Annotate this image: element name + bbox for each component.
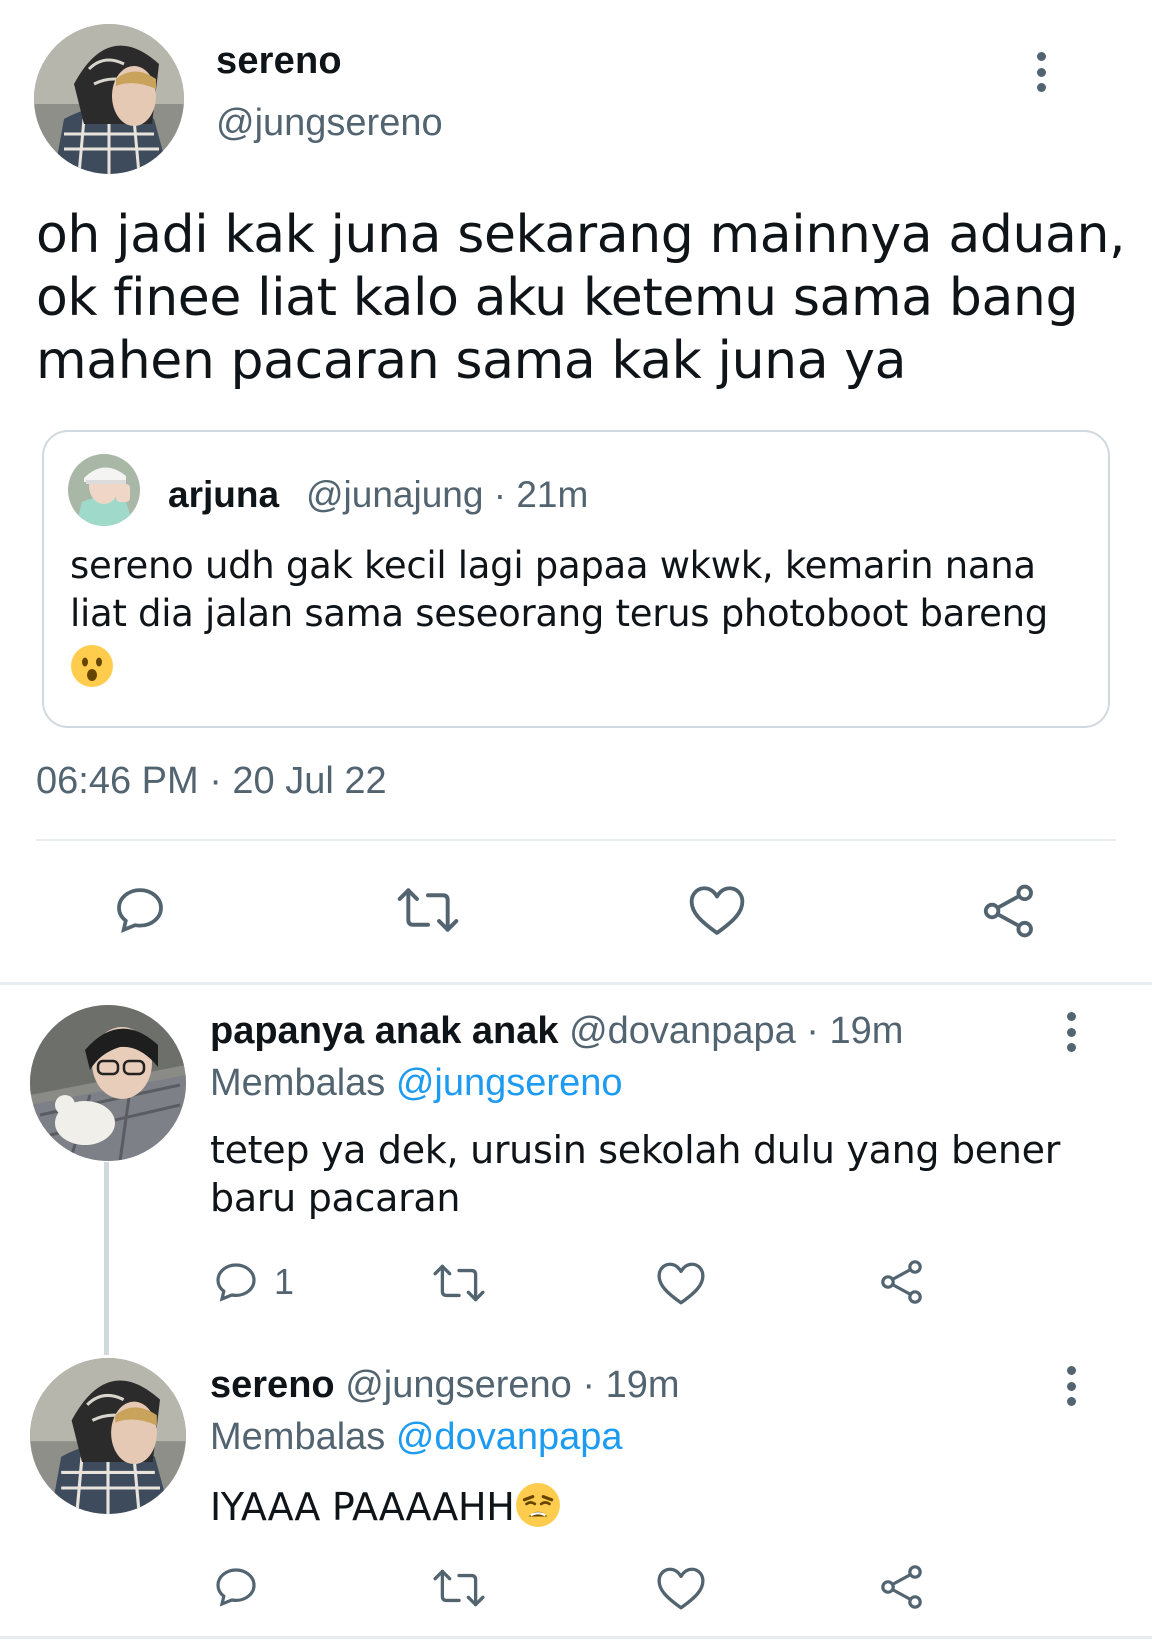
share-button[interactable] bbox=[878, 1563, 926, 1611]
section-separator bbox=[0, 982, 1152, 985]
quoted-text-body: sereno udh gak kecil lagi papaa wkwk, ke… bbox=[70, 544, 1048, 635]
retweet-button[interactable] bbox=[396, 882, 460, 938]
share-button[interactable] bbox=[980, 882, 1038, 940]
reply-count: 1 bbox=[274, 1261, 295, 1302]
author-name[interactable]: sereno bbox=[216, 40, 342, 83]
like-icon bbox=[657, 1567, 705, 1610]
avatar-sereno[interactable] bbox=[34, 24, 184, 174]
like-icon bbox=[657, 1262, 705, 1305]
share-button[interactable] bbox=[878, 1258, 926, 1306]
replying-prefix: Membalas bbox=[210, 1062, 386, 1104]
avatar-sereno[interactable] bbox=[30, 1358, 186, 1514]
author-handle[interactable]: @jungsereno bbox=[216, 102, 443, 145]
more-options-icon[interactable] bbox=[1064, 1366, 1078, 1406]
hushed-face-emoji bbox=[71, 645, 113, 687]
replying-to: Membalas @jungsereno bbox=[210, 1062, 622, 1105]
more-options-icon[interactable] bbox=[1064, 1012, 1078, 1052]
replying-to-link[interactable]: @jungsereno bbox=[396, 1062, 623, 1104]
quoted-author-name[interactable]: arjuna bbox=[168, 474, 279, 516]
retweet-icon bbox=[397, 888, 459, 932]
retweet-icon bbox=[433, 1569, 485, 1607]
reply-author-name[interactable]: sereno bbox=[210, 1364, 335, 1406]
reply-text-body: IYAAA PAAAAHH bbox=[210, 1485, 515, 1529]
reply-author-handle[interactable]: @dovanpapa · 19m bbox=[569, 1010, 903, 1052]
avatar-papanya[interactable] bbox=[30, 1005, 186, 1161]
divider bbox=[36, 839, 1116, 841]
avatar-arjuna[interactable] bbox=[68, 454, 140, 526]
reply-author-handle[interactable]: @jungsereno · 19m bbox=[345, 1364, 679, 1406]
reply-icon bbox=[117, 888, 163, 933]
like-button[interactable] bbox=[656, 1565, 706, 1611]
reply-text: IYAAA PAAAAHH bbox=[210, 1482, 1090, 1531]
replying-to: Membalas @dovanpapa bbox=[210, 1416, 623, 1459]
like-button[interactable] bbox=[688, 882, 746, 938]
quoted-tweet-text: sereno udh gak kecil lagi papaa wkwk, ke… bbox=[70, 542, 1080, 690]
share-icon bbox=[881, 1565, 922, 1609]
replying-prefix: Membalas bbox=[210, 1416, 386, 1458]
quoted-tweet-card[interactable]: arjuna @junajung · 21m sereno udh gak ke… bbox=[42, 430, 1110, 728]
share-icon bbox=[881, 1260, 922, 1304]
thread-connector bbox=[104, 1162, 109, 1355]
like-icon bbox=[689, 886, 745, 935]
section-separator bbox=[0, 1636, 1152, 1639]
reply-button[interactable] bbox=[112, 882, 168, 938]
reply-header: sereno @jungsereno · 19m bbox=[210, 1364, 680, 1407]
retweet-icon bbox=[433, 1264, 485, 1302]
like-button[interactable] bbox=[656, 1260, 706, 1306]
reply-icon bbox=[216, 1568, 256, 1607]
tweet-timestamp[interactable]: 06:46 PM · 20 Jul 22 bbox=[36, 760, 387, 803]
reply-header: papanya anak anak @dovanpapa · 19m bbox=[210, 1010, 903, 1053]
reply-button[interactable] bbox=[212, 1563, 260, 1611]
replying-to-link[interactable]: @dovanpapa bbox=[396, 1416, 623, 1458]
reply-icon bbox=[216, 1263, 256, 1302]
reply-button[interactable]: 1 bbox=[212, 1258, 294, 1306]
weary-face-emoji bbox=[515, 1483, 560, 1527]
retweet-button[interactable] bbox=[432, 1260, 486, 1306]
quoted-author-handle[interactable]: @junajung · 21m bbox=[306, 474, 588, 516]
tweet-text: oh jadi kak juna sekarang mainnya aduan,… bbox=[36, 205, 1126, 391]
reply-author-name[interactable]: papanya anak anak bbox=[210, 1010, 559, 1052]
share-icon bbox=[983, 884, 1033, 938]
more-options-icon[interactable] bbox=[1034, 52, 1048, 92]
reply-text: tetep ya dek, urusin sekolah dulu yang b… bbox=[210, 1128, 1061, 1220]
retweet-button[interactable] bbox=[432, 1565, 486, 1611]
